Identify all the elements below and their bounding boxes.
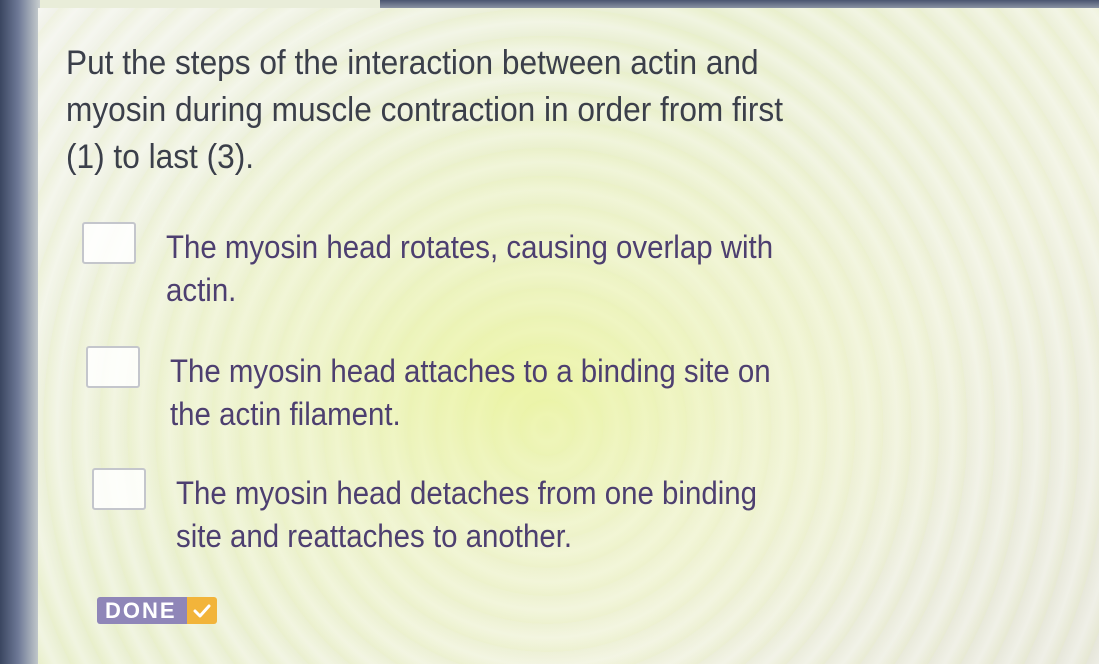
order-input-box[interactable] [92,468,146,510]
choice-text: The myosin head detaches from one bindin… [176,475,757,554]
done-button[interactable]: DONE [97,597,217,624]
order-input-box[interactable] [86,346,140,388]
choice-item: The myosin head rotates, causing overlap… [82,222,846,312]
choice-item: The myosin head detaches from one bindin… [92,468,856,558]
checkmark-icon [186,597,217,624]
question-prompt: Put the steps of the interaction between… [66,44,783,176]
done-button-label: DONE [97,597,187,624]
choice-text: The myosin head attaches to a binding si… [170,353,771,432]
monitor-bezel-left [0,0,40,664]
choice-text: The myosin head rotates, causing overlap… [166,229,774,308]
choice-item: The myosin head attaches to a binding si… [86,346,850,436]
order-input-box[interactable] [82,222,136,264]
